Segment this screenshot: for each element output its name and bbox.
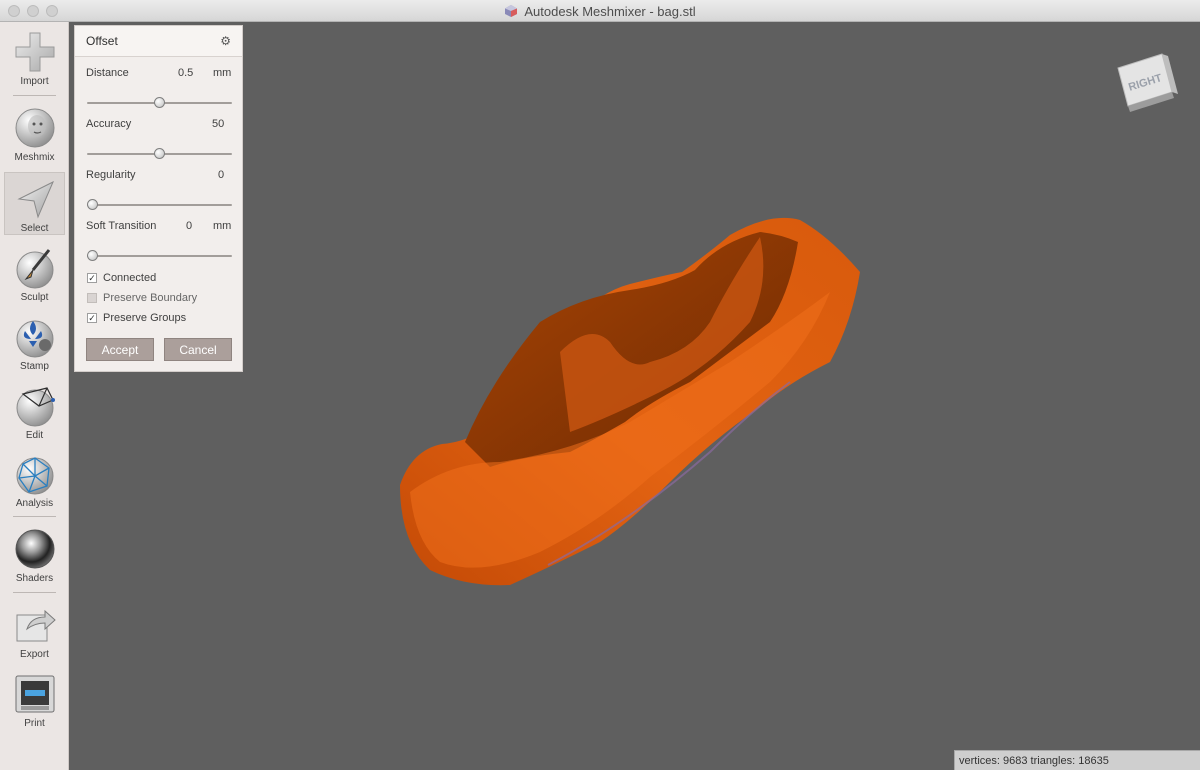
view-cube[interactable]: RIGHT [1110,48,1182,118]
arrow-cursor-icon [16,180,54,219]
toolbar-export-button[interactable]: Export [4,603,65,660]
toolbar-edit-label: Edit [25,430,44,441]
accept-button[interactable]: Accept [86,338,154,361]
toolbar-meshmix-button[interactable]: Meshmix [4,106,65,163]
distance-label: Distance [86,67,129,79]
panel-title: Offset [86,34,118,48]
preserve-groups-checkbox[interactable]: ✓ Preserve Groups [87,311,186,325]
brush-sphere-icon [16,249,53,289]
soft-transition-label: Soft Transition [86,220,157,232]
regularity-label: Regularity [86,169,136,181]
mesh-sphere-icon [16,457,53,495]
accuracy-value[interactable]: 50 [212,118,224,130]
toolbar-import-label: Import [20,76,49,87]
accuracy-row: Accuracy 50 [75,118,244,134]
preserve-boundary-label: Preserve Boundary [103,292,198,304]
preserve-boundary-checkbox-box[interactable] [87,293,97,303]
preserve-groups-checkbox-box[interactable]: ✓ [87,313,97,323]
connected-checkbox[interactable]: ✓ Connected [87,271,156,285]
preserve-groups-label: Preserve Groups [103,312,187,324]
toolbar-analysis-button[interactable]: Analysis [4,452,65,509]
regularity-row: Regularity 0 [75,169,244,185]
accuracy-slider-knob[interactable] [154,148,165,159]
preserve-boundary-checkbox[interactable]: Preserve Boundary [87,291,197,305]
toolbar-stamp-label: Stamp [20,361,49,372]
toolbar-shaders-button[interactable]: Shaders [4,527,65,584]
offset-panel-header: Offset ⚙ [75,26,242,57]
window-title: Autodesk Meshmixer - bag.stl [524,3,696,19]
distance-value[interactable]: 0.5 [178,67,193,79]
fleur-stamp-icon [16,320,53,358]
toolbar-edit-button[interactable]: Edit [4,384,65,441]
regularity-slider-knob[interactable] [87,199,98,210]
soft-transition-slider[interactable] [87,250,232,262]
toolbar-import-button[interactable]: Import [4,30,65,87]
toolbar-print-label: Print [24,718,45,729]
soft-transition-slider-knob[interactable] [87,250,98,261]
toolbar-select-button[interactable]: Select [4,172,65,235]
toolbar-print-button[interactable]: Print [4,672,65,729]
title-bar: Autodesk Meshmixer - bag.stl [0,0,1200,22]
distance-row: Distance 0.5 mm [75,67,244,83]
wire-sphere-icon [16,387,55,427]
mesh-stats-text: vertices: 9683 triangles: 18635 [959,754,1109,767]
toolbar-meshmix-label: Meshmix [14,152,55,163]
plus-icon [15,32,54,72]
distance-unit: mm [213,67,232,79]
accuracy-slider[interactable] [87,148,232,160]
export-arrow-icon [16,609,56,642]
regularity-value[interactable]: 0 [218,169,224,181]
toolbar-sculpt-label: Sculpt [20,292,49,303]
toolbar-select-label: Select [20,223,49,234]
connected-checkbox-box[interactable]: ✓ [87,273,97,283]
toolbar-analysis-label: Analysis [15,498,54,509]
left-toolbar: Import Meshmix Select Sculpt Stamp Edit … [0,22,69,770]
chrome-sphere-icon [15,529,54,569]
toolbar-sculpt-button[interactable]: Sculpt [4,246,65,303]
connected-label: Connected [103,272,157,284]
offset-panel: Offset ⚙ Distance 0.5 mm Accuracy 50 Reg… [74,25,243,372]
gear-icon[interactable]: ⚙ [220,34,231,48]
toolbar-shaders-label: Shaders [15,573,54,584]
meshmixer-app-icon [505,5,518,17]
distance-slider[interactable] [87,97,232,109]
distance-slider-knob[interactable] [154,97,165,108]
soft-transition-row: Soft Transition 0 mm [75,220,244,236]
toolbar-export-label: Export [20,649,49,660]
regularity-slider[interactable] [87,199,232,211]
toolbar-stamp-button[interactable]: Stamp [4,315,65,372]
soft-transition-value[interactable]: 0 [186,220,192,232]
window-title-group: Autodesk Meshmixer - bag.stl [0,0,1200,22]
cancel-button[interactable]: Cancel [164,338,232,361]
soft-transition-unit: mm [213,220,232,232]
mesh-stats-status: vertices: 9683 triangles: 18635 [954,750,1200,770]
accuracy-label: Accuracy [86,118,132,130]
printer-icon [15,675,54,713]
face-sphere-icon [15,108,54,148]
